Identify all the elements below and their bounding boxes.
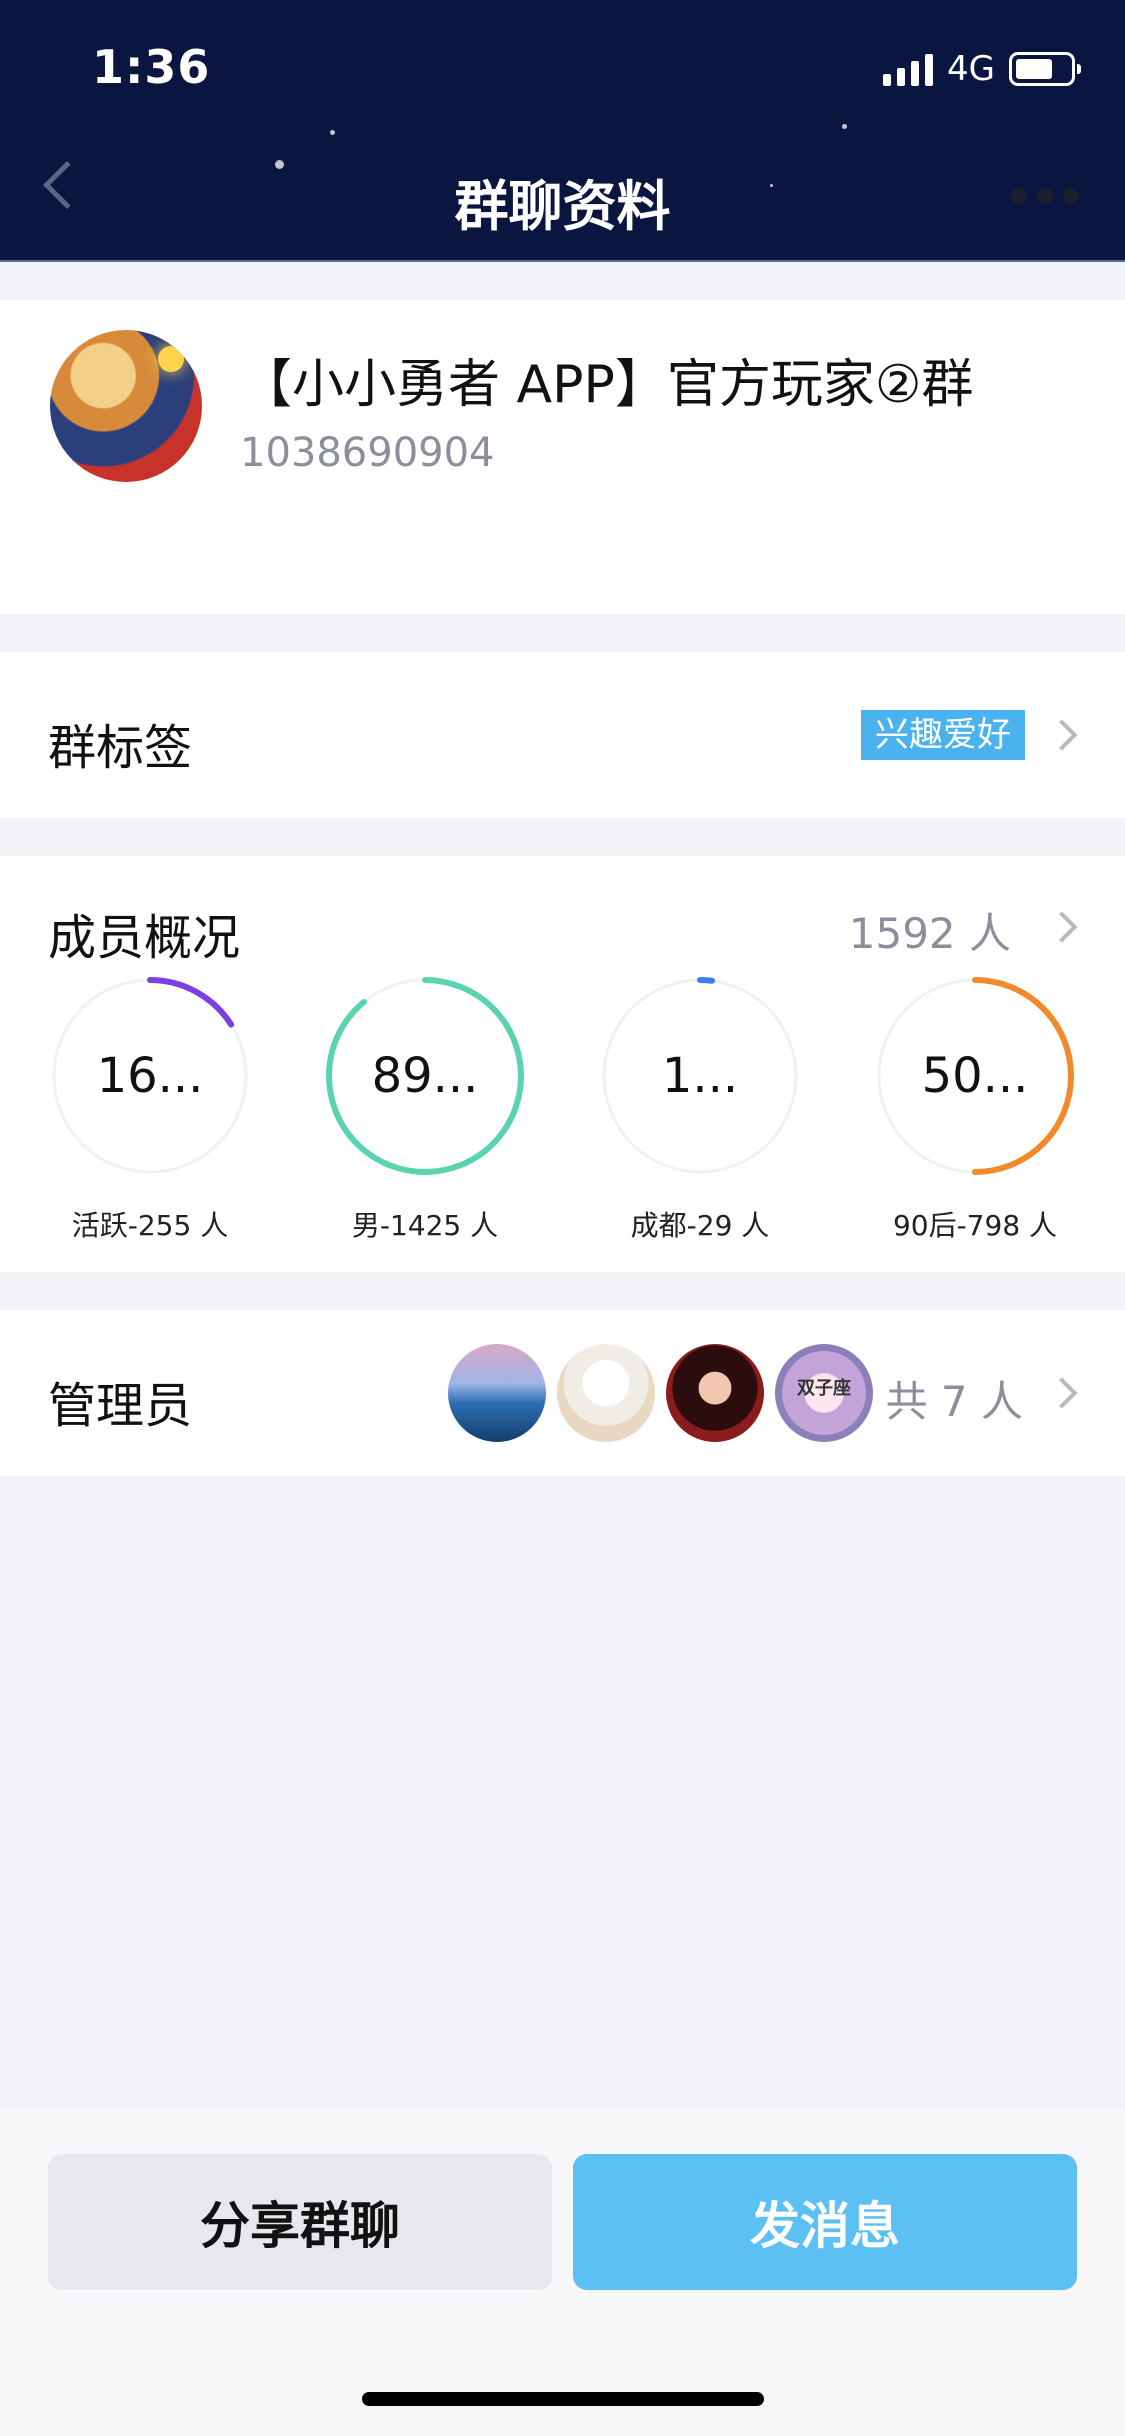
admin-avatar[interactable] [448,1344,546,1442]
group-avatar[interactable] [50,330,202,482]
admin-avatar[interactable]: 双子座 [775,1344,873,1442]
status-indicators: 4G [883,48,1081,90]
group-name: 【小小勇者 APP】官方玩家②群 [240,355,974,415]
stat-age[interactable]: 50... 90后-798 人 [870,976,1080,1242]
admin-count: 共 7 人 [885,1377,1023,1426]
stat-location[interactable]: 1... 成都-29 人 [595,976,805,1242]
stat-active[interactable]: 16... 活跃-255 人 [45,976,255,1242]
stat-label: 活跃-255 人 [71,1209,229,1242]
stat-value: 1... [661,1048,739,1104]
stat-label: 男-1425 人 [351,1209,499,1242]
stat-value: 89... [371,1048,479,1104]
avatar-text: 双子座 [797,1378,851,1399]
share-group-button[interactable]: 分享群聊 [48,2154,552,2290]
group-tag-label: 群标签 [48,720,193,776]
bottom-action-bar: 分享群聊 发消息 [0,2108,1125,2436]
admin-label: 管理员 [48,1378,193,1434]
admin-avatar[interactable] [666,1344,764,1442]
chevron-right-icon [1046,911,1078,943]
stat-label: 成都-29 人 [630,1209,770,1242]
stat-label: 90后-798 人 [892,1209,1058,1242]
admin-row[interactable]: 管理员 双子座 共 7 人 [0,1310,1125,1476]
member-count: 1592 人 [848,909,1011,958]
home-indicator [362,2392,764,2406]
page-title: 群聊资料 [454,175,671,238]
more-icon[interactable] [1011,188,1079,204]
member-overview-label: 成员概况 [48,910,241,966]
member-stats: 16... 活跃-255 人 89... 男-1425 人 1... 成都-29… [0,976,1125,1242]
group-id: 1038690904 [240,430,495,476]
battery-icon [1009,52,1081,86]
stat-value: 50... [921,1048,1029,1104]
nav-bar: 1:36 4G 群聊资料 [0,0,1125,262]
decorative-star [330,130,335,135]
send-message-button[interactable]: 发消息 [573,2154,1077,2290]
group-tag-badge: 兴趣爱好 [861,710,1025,760]
signal-icon [883,52,934,86]
group-tag-row[interactable]: 群标签 兴趣爱好 [0,652,1125,818]
group-info-card[interactable]: 【小小勇者 APP】官方玩家②群 1038690904 [0,300,1125,614]
stat-value: 16... [96,1048,204,1104]
network-type: 4G [947,49,995,89]
decorative-star [842,124,847,129]
stat-gender[interactable]: 89... 男-1425 人 [320,976,530,1242]
member-overview-section[interactable]: 成员概况 1592 人 16... 活跃-255 人 89... 男-1425 … [0,856,1125,1272]
chevron-right-icon [1046,1377,1078,1409]
admin-avatar[interactable] [557,1344,655,1442]
chevron-right-icon [1046,719,1078,751]
status-time: 1:36 [92,40,211,94]
